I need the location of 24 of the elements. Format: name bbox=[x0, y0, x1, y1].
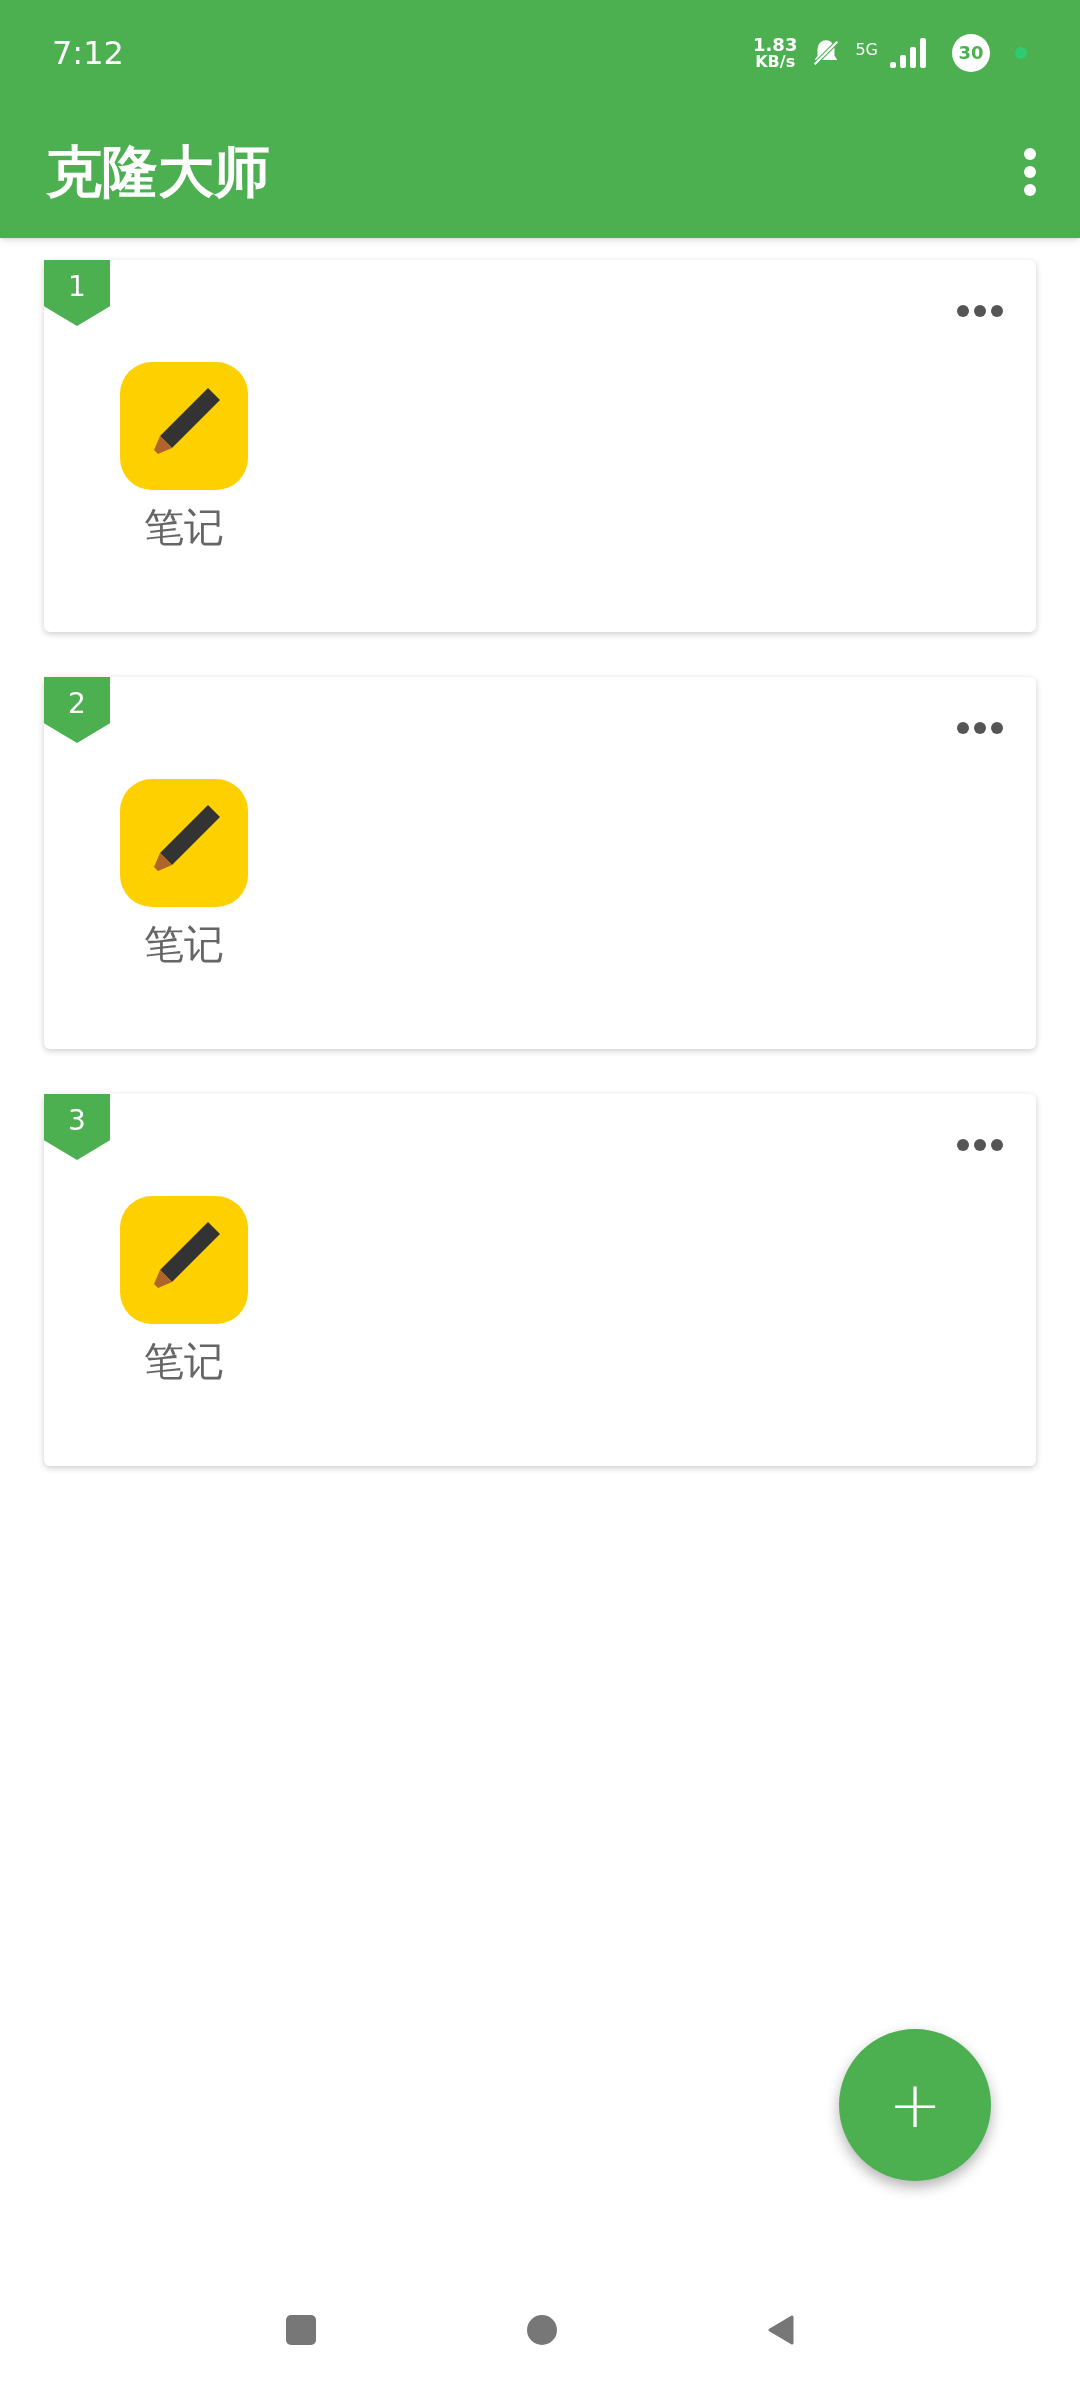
app-label: 笔记 bbox=[144, 503, 224, 552]
pencil-app-icon[interactable] bbox=[120, 362, 248, 490]
recents-icon[interactable] bbox=[286, 2315, 316, 2345]
network-type: 5G bbox=[855, 38, 878, 61]
network-speed-unit: KB/s bbox=[755, 53, 796, 70]
add-button[interactable]: + bbox=[839, 2029, 991, 2181]
app-label: 笔记 bbox=[144, 1337, 224, 1386]
network-speed: 1.83 bbox=[753, 35, 798, 54]
back-icon[interactable] bbox=[768, 2315, 794, 2345]
number-tag: 1 bbox=[44, 260, 110, 326]
more-horizontal-icon[interactable] bbox=[956, 1138, 1004, 1152]
status-dot-icon bbox=[1014, 45, 1028, 60]
pencil-app-icon[interactable] bbox=[120, 1196, 248, 1324]
signal-icon bbox=[890, 37, 928, 68]
number-tag: 2 bbox=[44, 677, 110, 743]
number-tag: 3 bbox=[44, 1094, 110, 1160]
app-title: 克隆大师 bbox=[46, 137, 270, 206]
more-horizontal-icon[interactable] bbox=[956, 304, 1004, 318]
home-icon[interactable] bbox=[526, 2314, 558, 2346]
more-horizontal-icon[interactable] bbox=[956, 721, 1004, 735]
status-time: 7:12 bbox=[52, 32, 124, 74]
battery-level: 30 bbox=[952, 33, 990, 72]
pencil-app-icon[interactable] bbox=[120, 779, 248, 907]
app-label: 笔记 bbox=[144, 920, 224, 969]
